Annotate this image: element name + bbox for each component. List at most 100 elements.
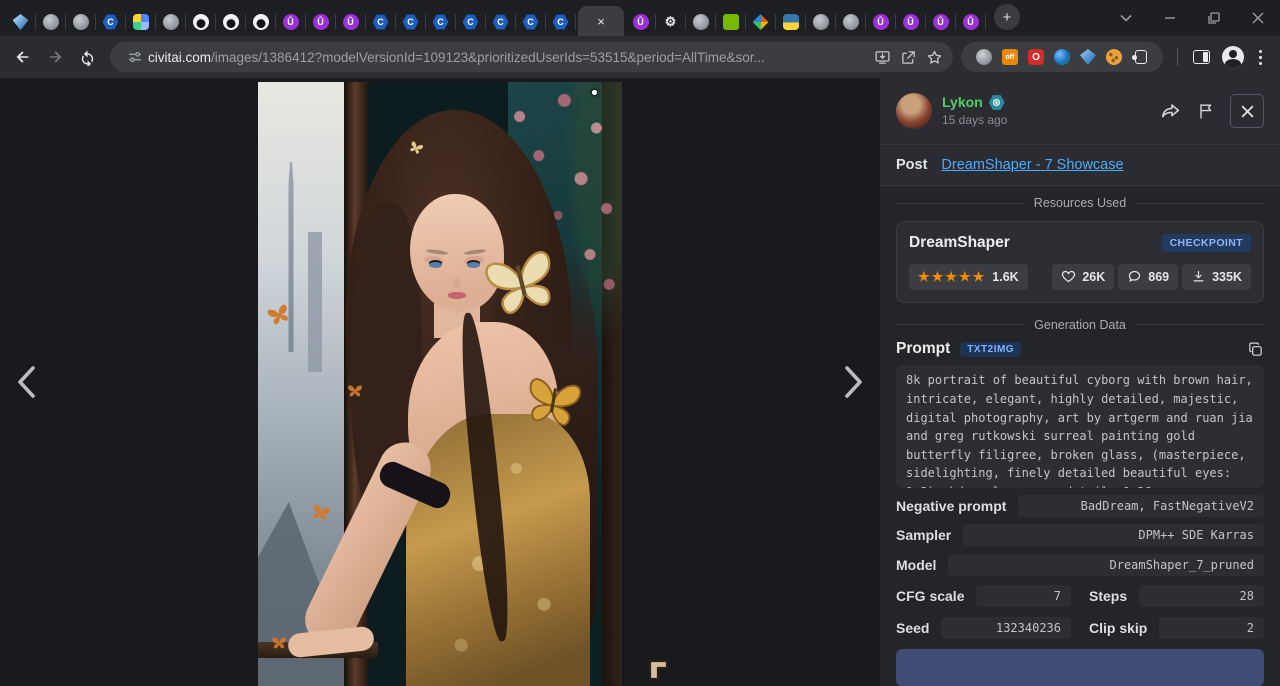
active-tab[interactable]: × [578,6,624,36]
extension-cookie-icon[interactable] [1106,49,1122,65]
comments-pill[interactable]: 869 [1118,264,1178,290]
resource-name[interactable]: DreamShaper [909,234,1010,252]
report-flag-button[interactable] [1196,101,1216,121]
steps-cell: Steps 28 [1089,583,1264,609]
pinned-tab-settings[interactable]: ⚙ [656,14,686,30]
pinned-tab-u[interactable]: Û [956,14,986,30]
clip-skip-value: 2 [1159,617,1264,639]
art-butterfly-small [270,634,288,652]
pinned-tab-globe[interactable] [156,14,186,30]
side-panel-button[interactable] [1186,42,1216,72]
browser-window: CÛÛÛCCCCCCC × Û⚙ÛÛÛÛ + [0,0,1280,686]
browser-toolbar: civitai.com/images/1386412?modelVersionI… [0,36,1280,78]
post-link[interactable]: DreamShaper - 7 Showcase [941,157,1123,173]
maximize-button[interactable] [1192,0,1236,36]
extensions-puzzle-icon[interactable] [1132,49,1148,65]
tab-search-chevron-icon[interactable] [1104,0,1148,36]
new-tab-button[interactable]: + [994,4,1020,30]
extension-gem-icon[interactable] [1080,49,1096,65]
pinned-tab-civitai[interactable]: C [366,14,396,30]
profile-button[interactable] [1218,42,1248,72]
pinned-tab-u[interactable]: Û [276,14,306,30]
pinned-tab-u[interactable]: Û [306,14,336,30]
params-grid-row-1: CFG scale 7 Steps 28 [896,583,1264,609]
browser-menu-button[interactable] [1250,42,1270,72]
reload-button[interactable] [72,42,102,72]
url-text[interactable]: civitai.com/images/1386412?modelVersionI… [148,50,869,65]
pinned-tab-globe[interactable] [36,14,66,30]
side-panel-icon [1193,50,1210,64]
pinned-tab-u[interactable]: Û [896,14,926,30]
checkpoint-badge: CHECKPOINT [1162,234,1251,252]
next-image-button[interactable] [834,362,874,402]
extension-off-icon[interactable]: off [1002,49,1018,65]
pinned-tab-globe[interactable] [806,14,836,30]
params-grid-row-2: Seed 132340236 Clip skip 2 [896,615,1264,641]
likes-pill[interactable]: 26K [1052,264,1114,290]
pinned-tab-store[interactable] [126,14,156,30]
close-viewer-button[interactable] [1230,94,1264,128]
resource-card[interactable]: DreamShaper CHECKPOINT ★★★★★ 1.6K 26K [896,221,1264,303]
username-link[interactable]: Lykon [942,94,983,112]
user-avatar[interactable] [896,93,932,129]
pinned-tab-gem[interactable] [6,14,36,30]
pinned-tab-globe[interactable] [836,14,866,30]
pinned-tab-u[interactable]: Û [926,14,956,30]
close-window-button[interactable] [1236,0,1280,36]
pinned-tab-u[interactable]: Û [626,14,656,30]
prompt-text: 8k portrait of beautiful cyborg with bro… [896,365,1264,487]
share-button[interactable] [1160,100,1182,122]
share-page-icon[interactable] [895,44,921,70]
extension-earth-icon[interactable] [1054,49,1070,65]
bookmark-star-icon[interactable] [921,44,947,70]
prompt-label: Prompt [896,340,950,358]
art-butterfly-small [346,382,364,400]
copy-generation-data-button[interactable] [896,649,1264,686]
pinned-tab-civitai[interactable]: C [546,14,576,30]
image-options-menu[interactable] [584,90,604,116]
pinned-tab-civitai[interactable]: C [456,14,486,30]
site-info-icon[interactable] [122,44,148,70]
sampler-value: DPM++ SDE Karras [963,524,1264,546]
downloads-pill[interactable]: 335K [1182,264,1251,290]
pinned-tab-github[interactable] [246,14,276,30]
negative-prompt-value: BadDream, FastNegativeV2 [1018,495,1264,517]
forward-button[interactable] [40,42,70,72]
previous-image-button[interactable] [6,362,46,402]
rating-pill[interactable]: ★★★★★ 1.6K [909,264,1028,290]
minimize-button[interactable] [1148,0,1192,36]
pinned-tab-civitai[interactable]: C [396,14,426,30]
pinned-tab-civitai[interactable]: C [486,14,516,30]
pinned-tab-github[interactable] [186,14,216,30]
pinned-tab-u[interactable]: Û [336,14,366,30]
heart-icon [1061,269,1076,284]
artwork-image[interactable] [258,82,622,686]
pinned-tab-nvidia[interactable] [716,14,746,30]
pinned-tab-civitai[interactable]: C [426,14,456,30]
url-domain: civitai.com [148,50,211,65]
pinned-tabs-right: Û⚙ÛÛÛÛ [626,8,986,36]
pinned-tab-github[interactable] [216,14,246,30]
rating-count: 1.6K [992,270,1018,284]
extension-globe-icon[interactable] [976,49,992,65]
copy-icon [1247,341,1264,358]
pinned-tab-shapes[interactable] [746,14,776,30]
back-button[interactable] [8,42,38,72]
pinned-tab-u[interactable]: Û [866,14,896,30]
seed-value: 132340236 [941,617,1071,639]
pinned-tab-globe[interactable] [66,14,96,30]
tab-close-icon[interactable]: × [597,15,605,28]
star-rating-icons: ★★★★★ [918,269,986,285]
extension-red-o-icon[interactable]: O [1028,49,1044,65]
pinned-tab-globe[interactable] [686,14,716,30]
url-bar[interactable]: civitai.com/images/1386412?modelVersionI… [110,42,953,72]
cfg-scale-label: CFG scale [896,588,964,604]
steps-label: Steps [1089,588,1127,604]
seed-cell: Seed 132340236 [896,615,1071,641]
pinned-tab-civitai[interactable]: C [516,14,546,30]
copy-prompt-button[interactable] [1247,341,1264,358]
install-app-icon[interactable] [869,44,895,70]
negative-prompt-row: Negative prompt BadDream, FastNegativeV2 [896,494,1264,518]
pinned-tab-civitai[interactable]: C [96,14,126,30]
pinned-tab-python[interactable] [776,14,806,30]
